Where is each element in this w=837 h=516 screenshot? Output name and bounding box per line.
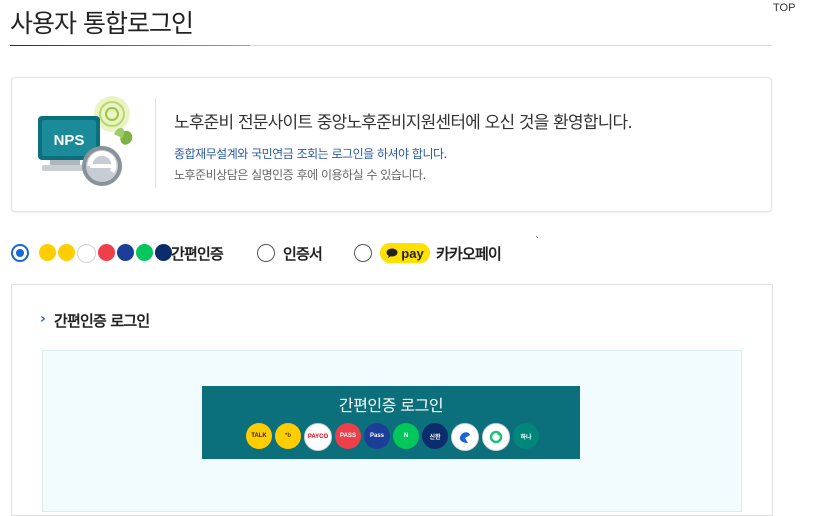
kb-icon <box>58 244 75 261</box>
stray-mark: ` <box>535 236 540 247</box>
payco-icon <box>77 244 96 263</box>
welcome-box: NPS 노후준비 전문사이트 중앙노후준비지원센터에 오신 것을 환영합니다. … <box>11 77 772 212</box>
kakao-speech-icon <box>386 248 398 258</box>
option-label-certificate[interactable]: 인증서 <box>283 243 323 264</box>
welcome-notice-login: 종합재무설계와 국민연금 조회는 로그인을 하셔야 합니다. <box>174 147 447 161</box>
naver-icon <box>136 244 153 261</box>
radio-certificate[interactable] <box>257 244 275 262</box>
shinhan-icon: 신한 <box>422 423 448 449</box>
option-label-simple-auth[interactable]: 간편인증 <box>171 243 224 264</box>
simple-auth-login-panel: › 간편인증 로그인 간편인증 로그인 TALK *b PAYCO PASS Pass N… <box>11 284 773 516</box>
login-button-label: 간편인증 로그인 <box>338 396 444 415</box>
svg-text:NPS: NPS <box>54 132 85 149</box>
title-divider-accent <box>10 45 250 46</box>
kakaopay-badge-text: pay <box>401 245 424 261</box>
simple-auth-provider-icons <box>39 242 172 264</box>
option-label-kakaopay[interactable]: 카카오페이 <box>436 243 502 264</box>
provider-icon-row: TALK *b PAYCO PASS Pass N 신한 하나 <box>246 423 539 451</box>
section-title: › 간편인증 로그인 <box>40 310 150 331</box>
ok-icon <box>482 423 510 451</box>
chevron-right-icon: › <box>40 311 46 327</box>
pass-icon <box>98 244 115 261</box>
simple-auth-login-button[interactable]: 간편인증 로그인 TALK *b PAYCO PASS Pass N 신한 하나 <box>202 386 580 459</box>
samsung-pass-icon: Pass <box>364 423 390 449</box>
kakao-talk-icon <box>39 244 56 261</box>
login-area: 간편인증 로그인 TALK *b PAYCO PASS Pass N 신한 하나 <box>42 350 742 512</box>
toss-icon <box>451 423 479 451</box>
section-title-text: 간편인증 로그인 <box>54 312 150 330</box>
payco-icon: PAYCO <box>304 423 332 451</box>
shinhan-icon <box>155 244 172 261</box>
ok-logo-icon <box>489 430 503 444</box>
top-link[interactable]: TOP <box>773 2 795 14</box>
radio-simple-auth[interactable] <box>11 244 29 262</box>
welcome-heading: 노후준비 전문사이트 중앙노후준비지원센터에 오신 것을 환영합니다. <box>174 113 633 133</box>
radio-kakaopay[interactable] <box>354 244 372 262</box>
kb-icon: *b <box>275 423 301 449</box>
hana-icon: 하나 <box>513 423 539 449</box>
toss-logo-icon <box>459 432 470 443</box>
kakaopay-badge: pay <box>380 243 430 263</box>
welcome-notice-consult: 노후준비상담은 실명인증 후에 이용하실 수 있습니다. <box>174 168 426 182</box>
nps-logo-icon: NPS <box>38 96 133 186</box>
samsung-pass-icon <box>117 244 134 261</box>
welcome-divider <box>155 98 156 188</box>
naver-icon: N <box>393 423 419 449</box>
pass-icon: PASS <box>335 423 361 449</box>
page-title: 사용자 통합로그인 <box>10 9 194 38</box>
kakao-talk-icon: TALK <box>246 423 272 449</box>
